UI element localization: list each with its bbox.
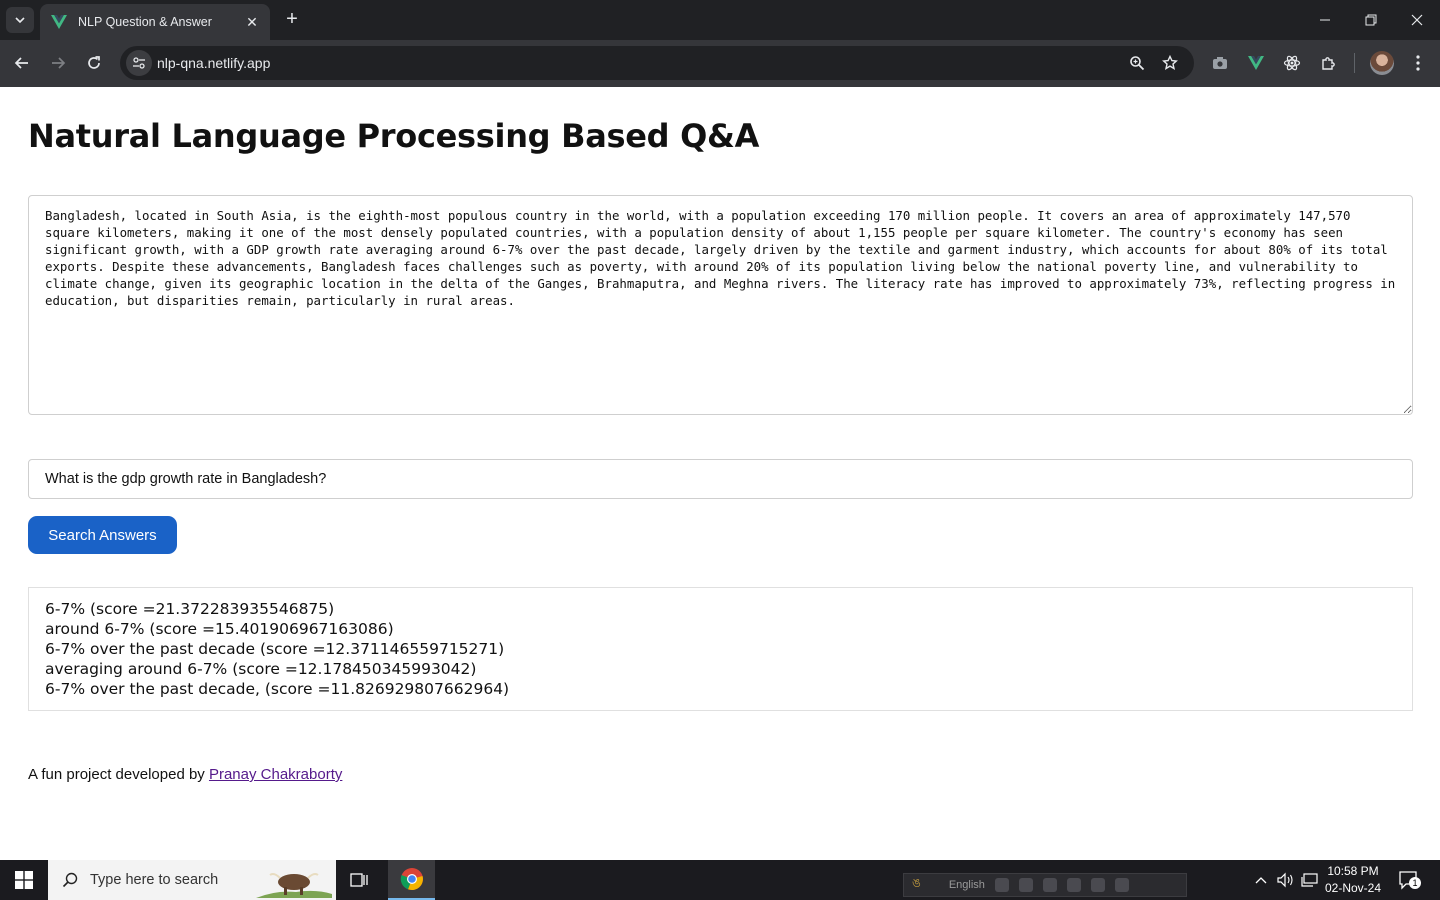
- answer-item: around 6-7% (score =15.401906967163086): [45, 620, 394, 638]
- vue-devtools-button[interactable]: [1244, 51, 1268, 75]
- windows-taskbar: Type here to search ঙ English 10:58 PM 0…: [0, 860, 1440, 900]
- reload-button[interactable]: [82, 51, 106, 75]
- answer-item: averaging around 6-7% (score =12.1784503…: [45, 660, 477, 678]
- vue-logo-icon: [50, 14, 68, 30]
- footer-text: A fun project developed by: [28, 766, 209, 783]
- taskbar-search-box[interactable]: Type here to search: [48, 860, 336, 900]
- search-answers-button[interactable]: Search Answers: [28, 516, 177, 554]
- footer: A fun project developed by Pranay Chakra…: [28, 766, 342, 783]
- chrome-icon: [400, 868, 423, 891]
- ime-settings-icon[interactable]: [1042, 878, 1057, 892]
- forward-button[interactable]: [46, 51, 70, 75]
- new-tab-button[interactable]: +: [280, 8, 304, 32]
- language-toolbar[interactable]: ঙ English: [903, 873, 1187, 897]
- browser-menu-button[interactable]: [1406, 51, 1430, 75]
- language-label: English: [948, 879, 985, 891]
- answers-panel: 6-7% (score =21.372283935546875) around …: [28, 587, 1413, 711]
- ime-tool-icon[interactable]: [1018, 878, 1033, 892]
- screenshot-extension-button[interactable]: [1208, 51, 1232, 75]
- notification-count: 1: [1409, 877, 1421, 889]
- close-icon: [1411, 14, 1423, 26]
- clock-date: 02-Nov-24: [1324, 881, 1382, 895]
- toolbar-divider: [1354, 53, 1355, 73]
- puzzle-icon: [1322, 57, 1335, 70]
- chrome-taskbar-app[interactable]: [388, 860, 435, 900]
- ime-tool-icon[interactable]: [1066, 878, 1081, 892]
- answer-item: 6-7% (score =21.372283935546875): [45, 600, 335, 618]
- tab-title: NLP Question & Answer: [78, 15, 212, 29]
- chevron-down-icon: [15, 17, 25, 24]
- start-button[interactable]: [0, 860, 48, 900]
- tab-search-button[interactable]: [6, 7, 34, 33]
- windows-logo-icon: [15, 871, 33, 889]
- close-window-button[interactable]: [1394, 0, 1440, 40]
- web-page: Natural Language Processing Based Q&A Ba…: [0, 87, 1440, 860]
- back-button[interactable]: [10, 51, 34, 75]
- browser-toolbar: nlp-qna.netlify.app: [0, 40, 1440, 87]
- help-icon[interactable]: [1090, 878, 1105, 892]
- restore-button[interactable]: [1348, 0, 1394, 40]
- context-textarea[interactable]: Bangladesh, located in South Asia, is th…: [28, 195, 1413, 415]
- author-link[interactable]: Pranay Chakraborty: [209, 766, 342, 783]
- bookmark-star-icon[interactable]: [1160, 53, 1180, 73]
- taskbar-clock[interactable]: 10:58 PM 02-Nov-24: [1322, 863, 1384, 897]
- extensions-button[interactable]: [1317, 51, 1341, 75]
- taskbar-search-placeholder: Type here to search: [90, 872, 219, 888]
- keyboard-layout-icon: ঙ: [912, 876, 921, 890]
- vue-logo-icon: [1248, 56, 1264, 70]
- minimize-button[interactable]: [1302, 0, 1348, 40]
- search-highlight-image: [256, 873, 332, 898]
- profile-avatar[interactable]: [1370, 51, 1394, 75]
- more-vertical-icon: [1416, 55, 1420, 71]
- answer-item: 6-7% over the past decade, (score =11.82…: [45, 680, 510, 698]
- reload-icon: [88, 56, 100, 69]
- react-devtools-button[interactable]: [1280, 51, 1304, 75]
- info-icon[interactable]: [1114, 878, 1129, 892]
- question-input[interactable]: [28, 459, 1413, 499]
- browser-tabstrip: NLP Question & Answer ✕ +: [0, 0, 1440, 40]
- minimize-icon: [1320, 19, 1330, 21]
- tray-overflow-icon[interactable]: [1252, 870, 1270, 890]
- task-view-icon: [350, 873, 368, 887]
- page-title: Natural Language Processing Based Q&A: [28, 117, 760, 155]
- site-info-icon[interactable]: [126, 50, 152, 76]
- camera-icon: [1213, 57, 1227, 69]
- network-icon[interactable]: [1299, 870, 1321, 890]
- volume-icon[interactable]: [1274, 870, 1296, 890]
- search-icon: [62, 872, 78, 888]
- tab-close-icon[interactable]: ✕: [244, 14, 260, 31]
- task-view-button[interactable]: [344, 868, 374, 892]
- ime-tool-icon[interactable]: [994, 878, 1009, 892]
- arrow-left-icon: [14, 57, 28, 69]
- restore-icon: [1365, 14, 1377, 26]
- notification-center-button[interactable]: 1: [1398, 870, 1421, 890]
- clock-time: 10:58 PM: [1327, 864, 1379, 878]
- zoom-icon[interactable]: [1127, 53, 1147, 73]
- arrow-right-icon: [52, 57, 66, 69]
- tab-nlp-qna[interactable]: NLP Question & Answer ✕: [40, 4, 270, 40]
- atom-icon: [1283, 55, 1301, 71]
- address-bar[interactable]: nlp-qna.netlify.app: [120, 46, 1194, 80]
- answer-item: 6-7% over the past decade (score =12.371…: [45, 640, 505, 658]
- url-text: nlp-qna.netlify.app: [157, 55, 271, 71]
